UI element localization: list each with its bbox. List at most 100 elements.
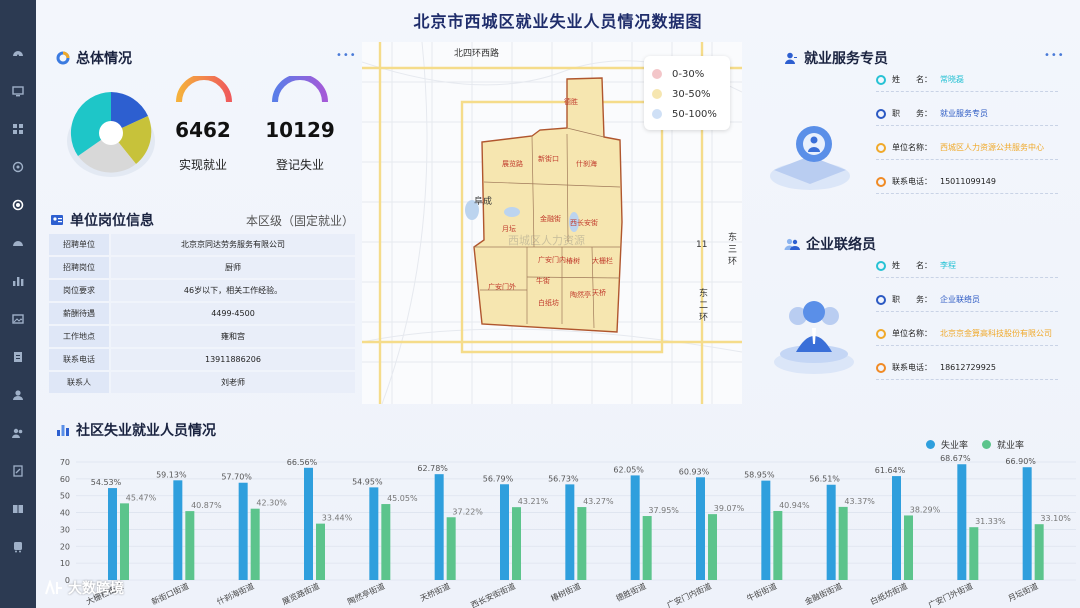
- job-info-key: 联系人: [49, 372, 109, 393]
- user-icon[interactable]: [11, 388, 25, 402]
- bar-data-label: 40.94%: [779, 501, 810, 510]
- job-info-value: 厨师: [111, 257, 355, 278]
- district-label: 广安门内: [538, 256, 566, 264]
- circle-icon[interactable]: [11, 198, 25, 212]
- liaison-field-label: 单位名称：: [892, 329, 932, 338]
- job-info-row: 工作地点 雍和宫: [49, 326, 355, 347]
- y-tick-label: 40: [60, 509, 70, 518]
- job-info-row: 招聘单位 北京京同达劳务服务有限公司: [49, 234, 355, 255]
- bar-data-label: 56.73%: [548, 474, 579, 483]
- registered-value: 10129: [265, 118, 335, 142]
- job-info-row: 薪酬待遇 4499-4500: [49, 303, 355, 324]
- district-map[interactable]: 北四环西路 阜成 东三环 东二环 11 西城区人力资源 德胜 展览路 新街口 什刹海月…: [362, 42, 742, 404]
- job-info-row: 联系人 刘老师: [49, 372, 355, 393]
- place-label: 阜成: [474, 197, 493, 207]
- document-icon[interactable]: [11, 350, 25, 364]
- community-bar-chart: 01020304050607054.53%45.47%大栅栏街道59.13%40…: [60, 454, 1076, 608]
- monitor-icon[interactable]: [11, 84, 25, 98]
- job-scope-label: 本区级（固定就业）: [246, 214, 355, 228]
- id-card-icon: [51, 215, 63, 225]
- users-icon[interactable]: [11, 426, 25, 440]
- employment-bar: [185, 511, 195, 580]
- bullet-ring-icon: [876, 294, 886, 305]
- group-icon: [784, 238, 800, 250]
- unemployment-bar: [173, 480, 183, 580]
- edit-icon[interactable]: [11, 464, 25, 478]
- book-icon[interactable]: [11, 502, 25, 516]
- bar-data-label: 54.53%: [91, 478, 122, 487]
- employment-bar: [969, 527, 979, 580]
- east-second-ring-label: 东二环: [699, 289, 709, 323]
- registered-gauge-icon: [272, 76, 328, 103]
- bar-data-label: 62.05%: [613, 465, 644, 474]
- x-tick-label: 陶然亭街道: [346, 581, 386, 607]
- liaison-field-value: 企业联络员: [940, 295, 980, 304]
- district-label: 新街口: [538, 155, 559, 163]
- overview-pie-chart: [67, 92, 155, 177]
- liaison-info-row: 职 务： 企业联络员: [876, 288, 1058, 312]
- job-info-value: 北京京同达劳务服务有限公司: [111, 234, 355, 255]
- job-info-key: 联系电话: [49, 349, 109, 370]
- watermark-logo-icon: [45, 580, 62, 595]
- district-label: 西长安街: [570, 219, 598, 227]
- grid-icon[interactable]: [11, 122, 25, 136]
- bar-data-label: 43.37%: [844, 497, 875, 506]
- job-info-key: 招聘岗位: [49, 257, 109, 278]
- unemployment-bar: [369, 487, 379, 580]
- job-info-key: 岗位要求: [49, 280, 109, 301]
- x-tick-label: 新街口街道: [150, 581, 190, 607]
- y-tick-label: 70: [60, 458, 70, 467]
- job-info-value: 13911886206: [111, 349, 355, 370]
- liaison-heading-text: 企业联络员: [806, 237, 876, 253]
- bar-data-label: 62.78%: [417, 464, 448, 473]
- bar-data-label: 68.67%: [940, 454, 971, 463]
- chart-heading-text: 社区失业就业人员情况: [76, 423, 216, 439]
- bar-data-label: 45.47%: [126, 493, 157, 502]
- bar-data-label: 33.44%: [322, 514, 353, 523]
- x-tick-label: 天桥街道: [418, 581, 451, 604]
- bar-data-label: 38.29%: [910, 505, 941, 514]
- gauge-icon[interactable]: [11, 236, 25, 250]
- liaison-illustration: [774, 301, 854, 374]
- specialist-field-label: 职 务：: [892, 109, 932, 118]
- map-legend-item: 0-30%: [652, 64, 722, 84]
- bar-chart-icon[interactable]: [11, 274, 25, 288]
- job-info-value: 46岁以下，相关工作经验。: [111, 280, 355, 301]
- x-tick-label: 德胜街道: [614, 581, 647, 604]
- x-tick-label: 西长安街街道: [469, 581, 517, 608]
- job-info-key: 招聘单位: [49, 234, 109, 255]
- district-label: 白纸坊: [538, 299, 559, 307]
- x-tick-label: 牛街街道: [745, 581, 778, 604]
- employment-bar: [512, 507, 521, 580]
- dashboard-icon[interactable]: [11, 46, 25, 60]
- district-label: 天桥: [592, 289, 606, 297]
- road-label: 北四环西路: [454, 49, 500, 59]
- bus-icon[interactable]: [11, 540, 25, 554]
- job-info-key: 工作地点: [49, 326, 109, 347]
- y-tick-label: 20: [60, 542, 70, 551]
- bar-data-label: 66.56%: [287, 458, 318, 467]
- liaison-info-row: 姓 名： 李程: [876, 254, 1058, 278]
- bullet-ring-icon: [876, 260, 886, 271]
- specialist-illustration: [770, 126, 850, 190]
- employment-bar: [577, 507, 587, 580]
- bullet-ring-icon: [876, 108, 886, 119]
- image-icon[interactable]: [11, 312, 25, 326]
- target-icon[interactable]: [11, 160, 25, 174]
- liaison-field-value: 李程: [940, 261, 956, 270]
- job-info-heading-text: 单位岗位信息: [70, 213, 154, 229]
- bar-data-label: 37.22%: [452, 507, 483, 516]
- unemployment-bar: [434, 474, 444, 580]
- legend-swatch: [652, 109, 662, 119]
- bar-data-label: 56.51%: [809, 475, 840, 484]
- watermark: 大数跨境: [44, 578, 124, 598]
- registered-label: 登记失业: [275, 158, 324, 172]
- unemployment-bar: [696, 477, 705, 580]
- district-label: 大栅栏: [592, 257, 613, 265]
- person-icon: [785, 52, 797, 64]
- employed-gauge-icon: [176, 76, 232, 103]
- unemployment-bar: [238, 482, 248, 580]
- map-legend-item: 50-100%: [652, 104, 722, 124]
- employment-bar: [250, 508, 260, 580]
- legend-label: 0-30%: [672, 68, 705, 80]
